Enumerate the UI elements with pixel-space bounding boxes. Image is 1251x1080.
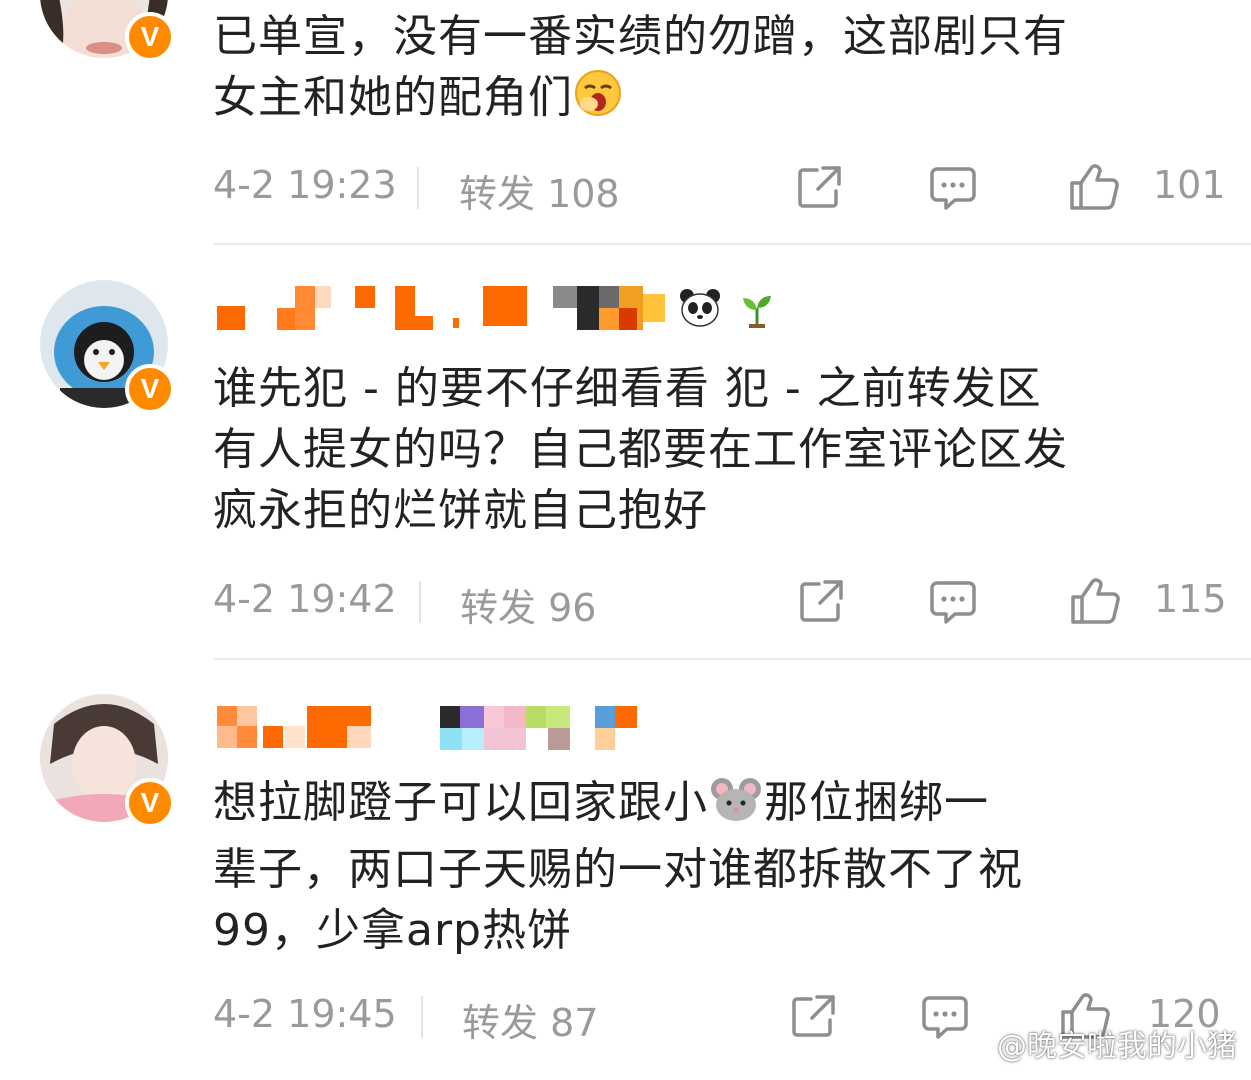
comment-1: V 已单宣，没有一番实绩的勿蹭，这部剧只有 女主和她的配角们 4-2 19:23… [0,0,1251,244]
repost-button[interactable]: 转发 96 [460,577,596,632]
comment-text-line: 99，少拿arp热饼 [213,905,572,956]
comment-text-line: 疯永拒的烂饼就自己抱好 [213,485,708,536]
sprout-emoji [739,292,775,332]
yawn-emoji [573,68,623,134]
timestamp: 4-2 19:45 [213,992,397,1036]
comment-3: V 想拉脚蹬子可以回家跟小 那位捆绑一 辈子，两口子天赐的一对谁都拆散不了祝 99… [0,660,1251,1080]
comment-meta: 4-2 19:23 转发 108 101 [213,163,1226,216]
like-icon[interactable] [1069,577,1121,634]
comment-meta: 4-2 19:42 转发 96 115 [213,577,1227,630]
verified-icon: V [125,364,175,414]
comment-text-segment: 那位捆绑一 [764,777,989,828]
timestamp: 4-2 19:42 [213,577,397,621]
repost-button[interactable]: 转发 108 [459,163,620,218]
verified-icon: V [125,778,175,828]
weibo-logo-icon [951,1028,991,1070]
separator [417,167,419,209]
mouse-emoji [708,777,764,839]
comment-icon[interactable] [929,579,977,634]
comment-text-segment: 女主和她的配角们 [213,72,573,123]
comment-text-line: 有人提女的吗？自己都要在工作室评论区发 [213,424,1068,475]
comment-text-line: 谁先犯 - 的要不仔细看看 犯 - 之前转发区 [213,363,1042,414]
comment-text: 想拉脚蹬子可以回家跟小 那位捆绑一 辈子，两口子天赐的一对谁都拆散不了祝 99，少… [213,772,1223,961]
repost-button[interactable]: 转发 87 [462,992,598,1047]
comment-text-line: 已单宣，没有一番实绩的勿蹭，这部剧只有 [213,11,1068,62]
like-count: 115 [1154,577,1227,621]
like-count: 101 [1153,163,1226,207]
watermark-text: @晚安啦我的小猪 [997,1029,1237,1064]
username-pixelated[interactable] [215,706,645,750]
divider [213,243,1251,245]
watermark: @晚安啦我的小猪 [951,1021,1237,1070]
comment-text-line: 女主和她的配角们 [213,67,1223,134]
separator [419,581,421,623]
comment-text-line: 辈子，两口子天赐的一对谁都拆散不了祝 [213,844,1023,895]
share-icon[interactable] [799,579,845,632]
comment-text-segment: 想拉脚蹬子可以回家跟小 [213,777,708,828]
verified-icon: V [125,12,175,62]
username-pixelated[interactable] [215,286,815,330]
comment-text: 谁先犯 - 的要不仔细看看 犯 - 之前转发区 有人提女的吗？自己都要在工作室评… [213,358,1223,541]
panda-emoji [679,288,721,332]
timestamp: 4-2 19:23 [213,163,397,207]
share-icon[interactable] [791,994,837,1047]
share-icon[interactable] [797,165,843,218]
comment-2: V 谁先犯 - 的要不仔细看看 犯 - 之前转发区 有人提女的吗？自己都要在工作… [0,246,1251,658]
comment-text: 已单宣，没有一番实绩的勿蹭，这部剧只有 女主和她的配角们 [213,6,1223,134]
comment-icon[interactable] [929,165,977,220]
comment-text-line: 想拉脚蹬子可以回家跟小 那位捆绑一 [213,772,1223,839]
separator [421,996,423,1038]
like-icon[interactable] [1068,163,1120,220]
